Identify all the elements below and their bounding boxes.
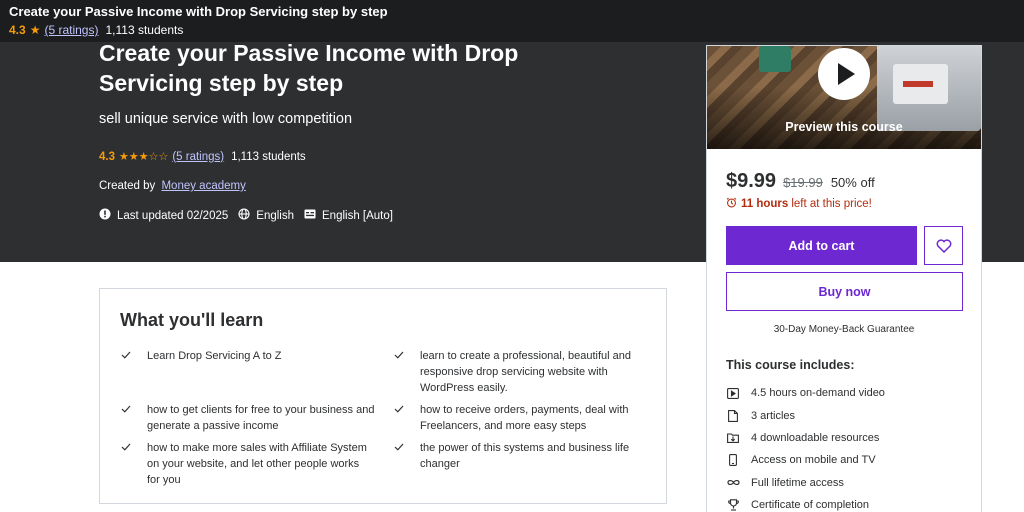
mobile-icon (726, 453, 740, 467)
include-label: 4 downloadable resources (751, 431, 880, 444)
sticky-header: Create your Passive Income with Drop Ser… (0, 0, 1024, 42)
learn-title: What you'll learn (120, 310, 264, 330)
checkmark-icon (394, 348, 406, 396)
timer-text: left at this price! (791, 198, 872, 210)
star-rating-icon: ★★★☆☆ (119, 151, 169, 163)
list-item: the power of this systems and business l… (394, 440, 644, 472)
language: English (238, 208, 294, 223)
list-item: Learn Drop Servicing A to Z (121, 348, 361, 364)
last-updated-text: Last updated 02/2025 (117, 209, 229, 222)
list-item: 3 articles (726, 404, 885, 426)
star-icon: ★ (29, 23, 41, 37)
course-meta: Last updated 02/2025 English English [Au… (99, 208, 403, 223)
includes-title: This course includes: (726, 358, 855, 372)
add-to-cart-button[interactable]: Add to cart (726, 226, 917, 265)
timer-hours: 11 hours (741, 198, 789, 210)
include-label: Full lifetime access (751, 476, 844, 489)
author-link[interactable]: Money academy (161, 180, 245, 192)
globe-icon (238, 208, 250, 223)
laptop-sticker-image (903, 81, 933, 87)
includes-list: 4.5 hours on-demand video 3 articles 4 d… (726, 382, 885, 512)
captions-text: English [Auto] (322, 209, 393, 222)
heart-icon (936, 238, 951, 253)
list-item: Access on mobile and TV (726, 449, 885, 471)
learn-item-text: how to get clients for free to your busi… (147, 404, 375, 432)
checkmark-icon (121, 440, 133, 488)
sticky-ratings-link[interactable]: (5 ratings) (44, 23, 98, 37)
preview-label: Preview this course (785, 120, 903, 134)
checkmark-icon (121, 402, 133, 434)
list-item: how to make more sales with Affiliate Sy… (121, 440, 375, 488)
play-icon[interactable] (818, 48, 870, 100)
list-item: 4 downloadable resources (726, 427, 885, 449)
buy-now-button[interactable]: Buy now (726, 272, 963, 311)
discount-percent: 50% off (830, 175, 875, 190)
sticky-rating-row: 4.3 ★ (5 ratings) 1,113 students (9, 23, 1015, 37)
created-by: Created by Money academy (99, 180, 246, 192)
what-youll-learn: What you'll learn Learn Drop Servicing A… (99, 288, 667, 504)
course-preview[interactable]: Preview this course (707, 46, 981, 149)
captions: English [Auto] (304, 209, 393, 222)
purchase-card: Preview this course $9.99 $19.99 50% off… (706, 45, 982, 512)
ratings-link[interactable]: (5 ratings) (172, 151, 224, 163)
created-by-label: Created by (99, 180, 156, 192)
include-label: 3 articles (751, 409, 796, 422)
course-page: Create your Passive Income with Drop Ser… (0, 0, 1024, 512)
rating-value: 4.3 (99, 150, 115, 163)
list-item: how to receive orders, payments, deal wi… (394, 402, 644, 434)
language-text: English (256, 209, 294, 222)
learn-item-text: the power of this systems and business l… (420, 442, 630, 470)
video-icon (726, 386, 740, 400)
closed-captions-icon (304, 209, 316, 222)
app-logo-icon (759, 46, 791, 72)
original-price: $19.99 (783, 175, 823, 190)
alarm-clock-icon (726, 197, 737, 211)
students-count: 1,113 students (231, 150, 306, 163)
learn-item-text: how to make more sales with Affiliate Sy… (147, 442, 367, 486)
trophy-icon (726, 498, 740, 512)
price-timer: 11 hours left at this price! (726, 197, 872, 211)
learn-item-text: learn to create a professional, beautifu… (420, 350, 631, 394)
current-price: $9.99 (726, 170, 777, 192)
list-item: Full lifetime access (726, 472, 885, 494)
last-updated: Last updated 02/2025 (99, 208, 228, 223)
list-item: Certificate of completion (726, 494, 885, 512)
include-label: Access on mobile and TV (751, 454, 876, 467)
sticky-students-count: 1,113 students (105, 23, 184, 37)
course-subtitle: sell unique service with low competition (99, 111, 353, 127)
list-item: how to get clients for free to your busi… (121, 402, 375, 434)
checkmark-icon (394, 402, 406, 434)
wishlist-button[interactable] (924, 226, 963, 265)
checkmark-icon (121, 348, 133, 364)
sticky-rating-value: 4.3 (9, 23, 26, 37)
learn-item-text: Learn Drop Servicing A to Z (147, 350, 282, 362)
infinity-icon (726, 476, 740, 490)
alert-badge-icon (99, 208, 111, 223)
article-icon (726, 409, 740, 423)
checkmark-icon (394, 440, 406, 472)
money-back-guarantee: 30-Day Money-Back Guarantee (773, 324, 915, 335)
include-label: Certificate of completion (751, 499, 869, 512)
rating-row: 4.3 ★★★☆☆ (5 ratings) 1,113 students (99, 150, 306, 164)
sticky-course-title: Create your Passive Income with Drop Ser… (9, 4, 388, 19)
list-item: learn to create a professional, beautifu… (394, 348, 644, 396)
download-icon (726, 431, 740, 445)
course-title: Create your Passive Income with Drop Ser… (99, 40, 519, 96)
price-row: $9.99 $19.99 50% off (726, 170, 875, 193)
include-label: 4.5 hours on-demand video (751, 387, 885, 400)
learn-item-text: how to receive orders, payments, deal wi… (420, 404, 629, 432)
list-item: 4.5 hours on-demand video (726, 382, 885, 404)
